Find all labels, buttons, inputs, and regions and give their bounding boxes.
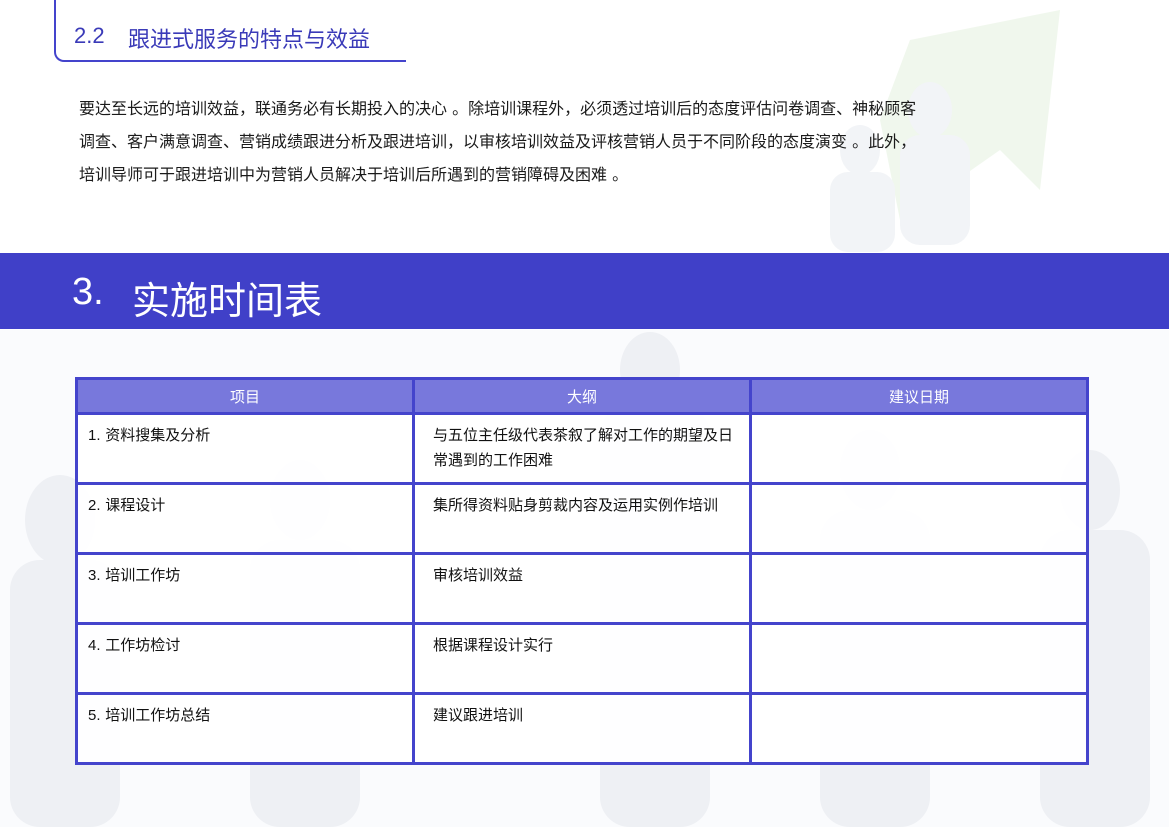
- outline-cell: 建议跟进培训: [412, 692, 752, 765]
- paragraph-line: 要达至长远的培训效益，联通务必有长期投入的决心 。除培训课程外，必须透过培训后的…: [79, 99, 917, 118]
- item-number: 5.: [88, 707, 101, 724]
- item-cell: 4. 工作坊检讨: [75, 622, 415, 695]
- section-2-2-header: 2.2 跟进式服务的特点与效益: [54, 0, 406, 62]
- table-row: 4. 工作坊检讨 根据课程设计实行: [75, 622, 1089, 695]
- banner-number: 3.: [72, 271, 104, 313]
- table-row: 5. 培训工作坊总结 建议跟进培训: [75, 692, 1089, 765]
- section-number: 2.2: [74, 23, 105, 48]
- item-number: 4.: [88, 637, 101, 654]
- item-name: 资料搜集及分析: [105, 426, 211, 444]
- item-number: 3.: [88, 567, 101, 584]
- body-paragraph: 要达至长远的培训效益，联通务必有长期投入的决心 。除培训课程外，必须透过培训后的…: [79, 92, 1109, 191]
- outline-cell: 集所得资料贴身剪裁内容及运用实例作培训: [412, 482, 752, 555]
- table-row: 3. 培训工作坊 审核培训效益: [75, 552, 1089, 625]
- date-cell: [749, 412, 1089, 485]
- item-number: 1.: [88, 427, 101, 444]
- schedule-table: 项目 大纲 建议日期 1. 资料搜集及分析 与五位主任级代表茶叙了解对工作的期望…: [75, 377, 1089, 765]
- table-row: 1. 资料搜集及分析 与五位主任级代表茶叙了解对工作的期望及日常遇到的工作困难: [75, 412, 1089, 485]
- item-cell: 3. 培训工作坊: [75, 552, 415, 625]
- item-name: 课程设计: [105, 496, 166, 514]
- item-number: 2.: [88, 497, 101, 514]
- section-3-banner: 3. 实施时间表: [0, 253, 1169, 329]
- table-header-row: 项目 大纲 建议日期: [75, 377, 1089, 415]
- date-cell: [749, 692, 1089, 765]
- item-cell: 2. 课程设计: [75, 482, 415, 555]
- item-cell: 1. 资料搜集及分析: [75, 412, 415, 485]
- paragraph-line: 调查、客户满意调查、营销成绩跟进分析及跟进培训，以审核培训效益及评核营销人员于不…: [79, 132, 917, 151]
- item-name: 工作坊检讨: [105, 636, 181, 654]
- table-row: 2. 课程设计 集所得资料贴身剪裁内容及运用实例作培训: [75, 482, 1089, 555]
- date-cell: [749, 622, 1089, 695]
- paragraph-line: 培训导师可于跟进培训中为营销人员解决于培训后所遇到的营销障碍及困难 。: [79, 165, 629, 184]
- date-cell: [749, 482, 1089, 555]
- outline-cell: 与五位主任级代表茶叙了解对工作的期望及日常遇到的工作困难: [412, 412, 752, 485]
- item-name: 培训工作坊: [105, 566, 181, 584]
- header-item: 项目: [75, 377, 415, 415]
- item-cell: 5. 培训工作坊总结: [75, 692, 415, 765]
- banner-title: 实施时间表: [132, 279, 323, 323]
- outline-cell: 审核培训效益: [412, 552, 752, 625]
- item-name: 培训工作坊总结: [105, 706, 211, 724]
- outline-cell: 根据课程设计实行: [412, 622, 752, 695]
- header-outline: 大纲: [412, 377, 752, 415]
- section-title: 跟进式服务的特点与效益: [128, 28, 371, 53]
- header-suggested-date: 建议日期: [749, 377, 1089, 415]
- date-cell: [749, 552, 1089, 625]
